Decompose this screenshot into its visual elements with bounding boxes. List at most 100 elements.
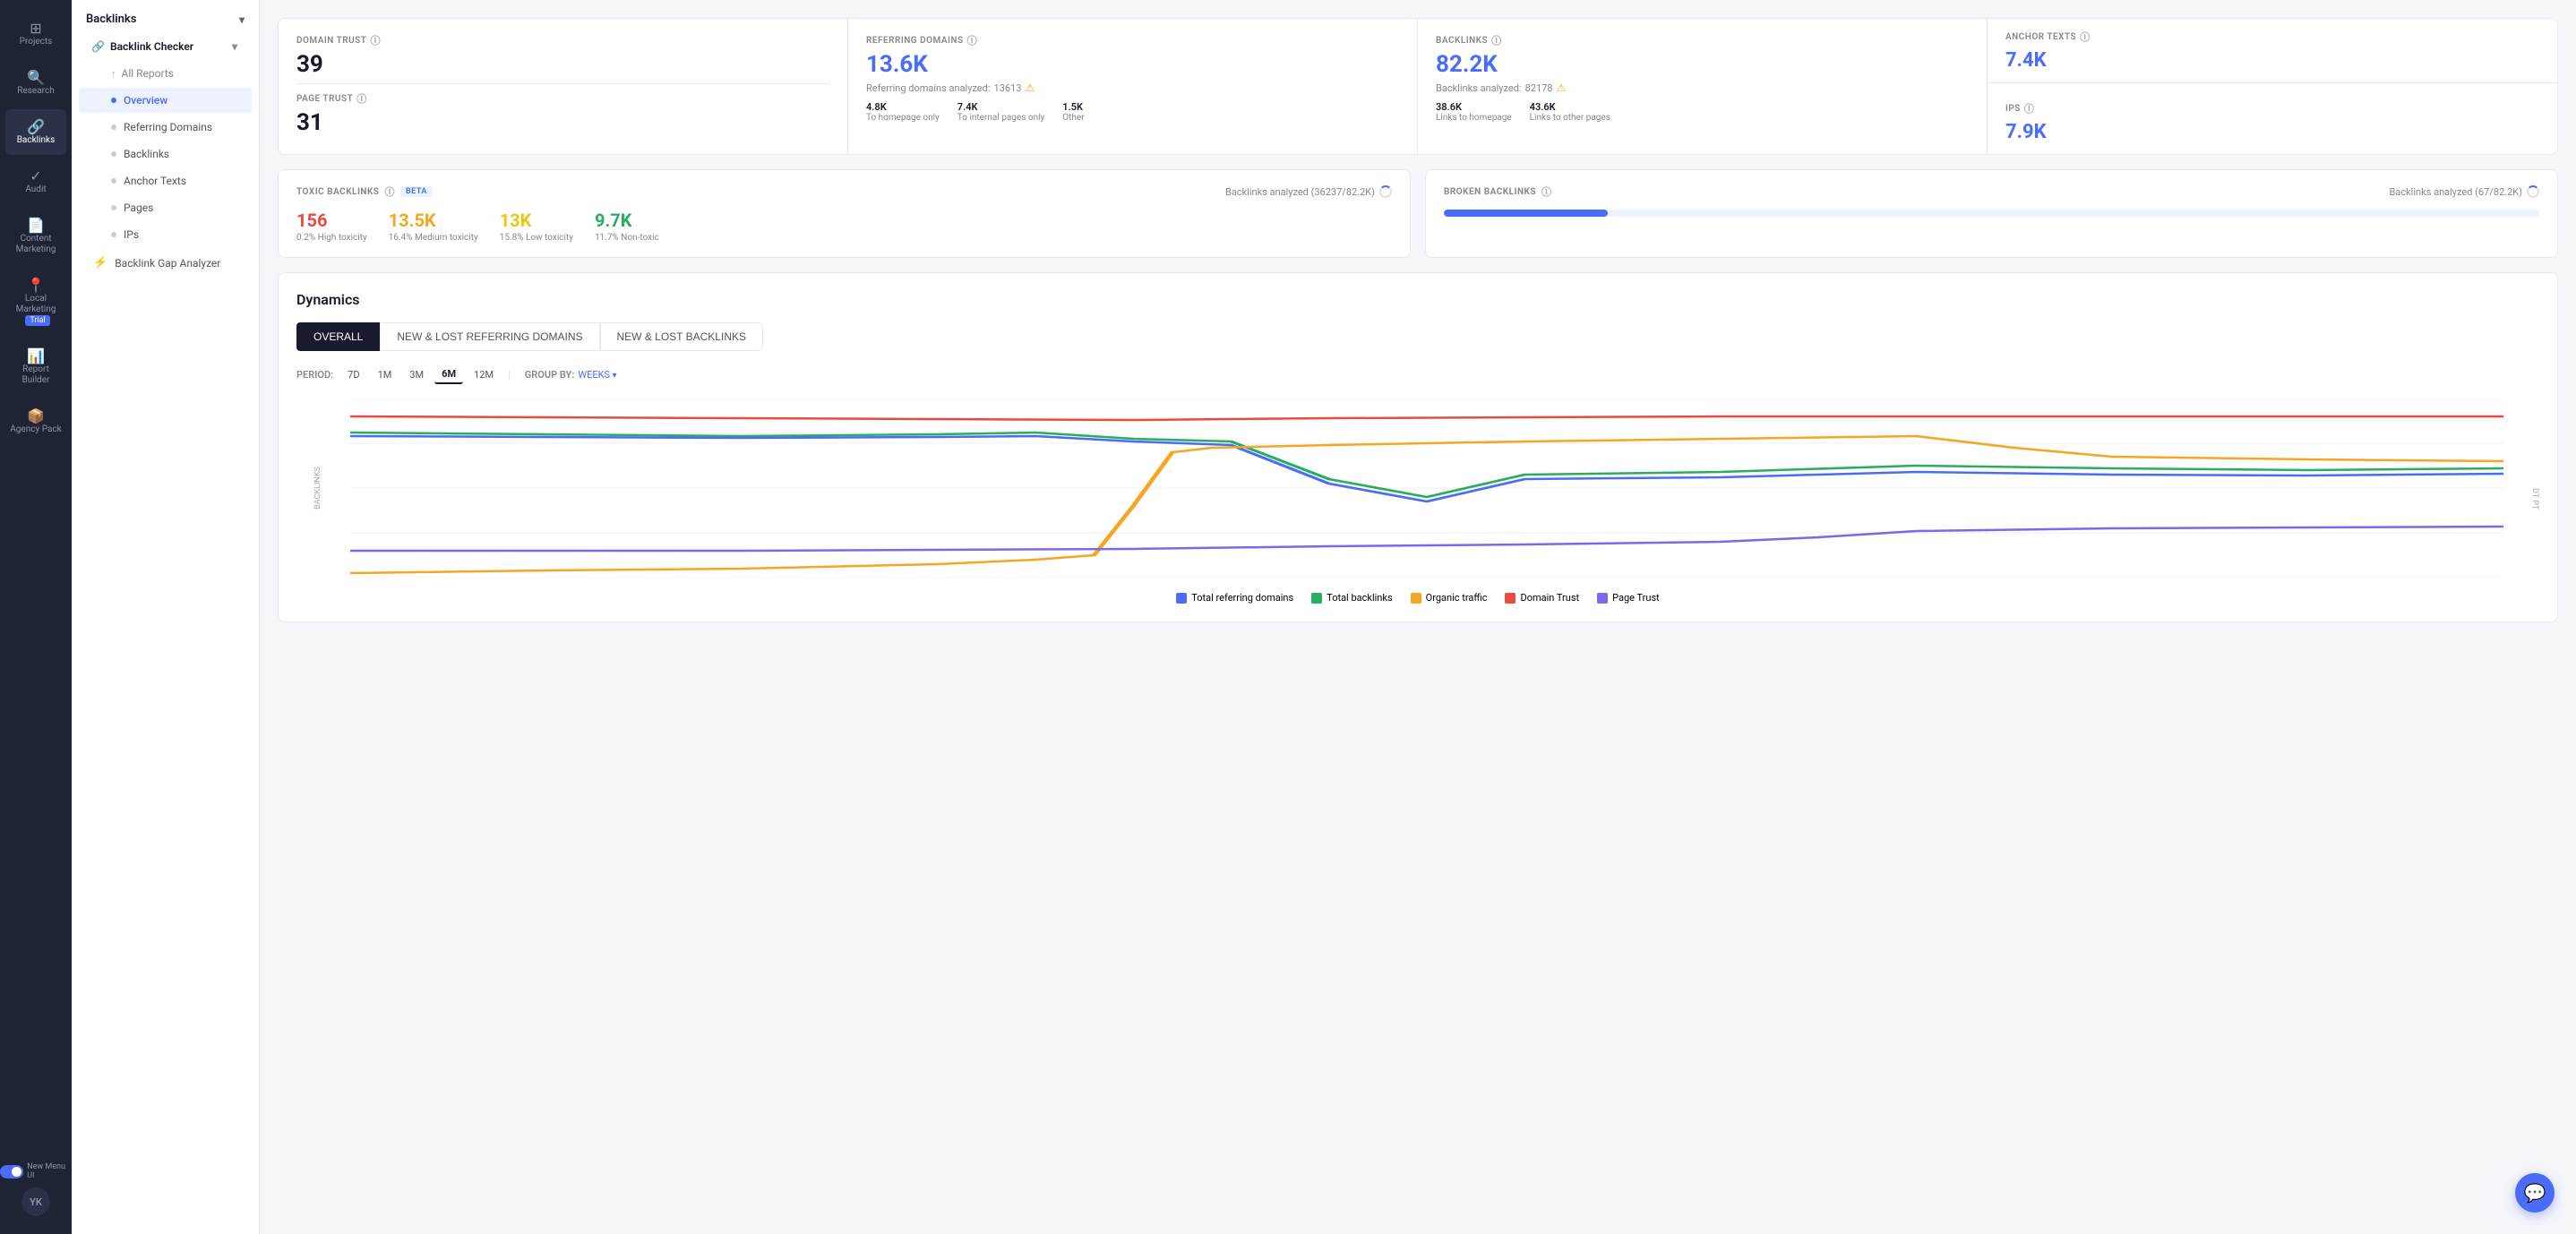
anchor-texts-label: ANCHOR TEXTS ⓘ <box>2005 30 2539 44</box>
period-7d[interactable]: 7D <box>340 366 366 383</box>
nav-item-anchor-texts[interactable]: Anchor Texts <box>79 168 252 193</box>
gap-analyzer-icon: ⚡ <box>93 256 107 270</box>
toxic-label-1: 16.4% Medium toxicity <box>389 233 478 243</box>
nav-dot-overview <box>111 98 116 103</box>
toxic-item-2: 13K 15.8% Low toxicity <box>500 210 573 243</box>
backlinks-value: 82.2K <box>1436 53 1969 76</box>
broken-info-icon[interactable]: ⓘ <box>1541 184 1552 199</box>
audit-icon: ✓ <box>30 167 41 184</box>
toxic-item-1: 13.5K 16.4% Medium toxicity <box>389 210 478 243</box>
sidebar-item-agency-pack[interactable]: 📦 Agency Pack <box>5 398 66 444</box>
group-value[interactable]: WEEKS <box>578 369 616 381</box>
dynamics-tabs: OVERALL NEW & LOST REFERRING DOMAINS NEW… <box>296 322 2539 351</box>
backlinks-info-icon[interactable]: ⓘ <box>1491 33 1502 47</box>
dynamics-title: Dynamics <box>296 291 2539 308</box>
checker-chevron-icon: ▾ <box>232 40 237 53</box>
broken-header: BROKEN BACKLINKS ⓘ Backlinks analyzed (6… <box>1444 184 2539 199</box>
legend-page-trust[interactable]: Page Trust <box>1597 592 1660 604</box>
legend-box-pt <box>1597 593 1608 604</box>
period-6m[interactable]: 6M <box>434 365 463 384</box>
nav-item-referring-domains[interactable]: Referring Domains <box>79 115 252 140</box>
nav-item-overview[interactable]: Overview <box>79 88 252 113</box>
broken-card: BROKEN BACKLINKS ⓘ Backlinks analyzed (6… <box>1425 169 2558 258</box>
legend-row: Total referring domains Total backlinks … <box>296 592 2539 604</box>
legend-domain-trust[interactable]: Domain Trust <box>1505 592 1579 604</box>
period-1m[interactable]: 1M <box>371 366 399 383</box>
toxic-info-icon[interactable]: ⓘ <box>384 184 395 199</box>
nav-item-ips-label: IPs <box>124 228 139 241</box>
nav-collapse-icon[interactable]: ▾ <box>239 13 245 26</box>
backlinks-sub-row: 38.6K Links to homepage 43.6K Links to o… <box>1436 101 1969 123</box>
referring-sub-row: 4.8K To homepage only 7.4K To internal p… <box>866 101 1399 123</box>
page-trust-info-icon[interactable]: ⓘ <box>356 91 367 106</box>
sidebar-item-audit-label: Audit <box>25 184 46 195</box>
backlinks-card: BACKLINKS ⓘ 82.2K Backlinks analyzed: 82… <box>1418 19 1988 154</box>
nav-section-title: Backlinks ▾ <box>72 0 259 33</box>
nav-item-gap-analyzer[interactable]: ⚡ Backlink Gap Analyzer <box>79 250 252 276</box>
new-menu-label: New Menu UI <box>27 1162 72 1180</box>
toxic-values: 156 0.2% High toxicity 13.5K 16.4% Mediu… <box>296 210 1392 243</box>
sidebar-item-audit[interactable]: ✓ Audit <box>5 159 66 204</box>
domain-trust-value: 39 <box>296 53 829 76</box>
legend-box-backlinks <box>1311 593 1322 604</box>
page-trust-label: PAGE TRUST ⓘ <box>296 91 829 106</box>
referring-domains-info-icon[interactable]: ⓘ <box>967 33 978 47</box>
chart-svg: 120K 80K 40K 0 26 Feb 04 Mar 11 Mar 18 <box>350 398 2503 578</box>
referring-sub-0: 4.8K To homepage only <box>866 101 940 123</box>
legend-backlinks[interactable]: Total backlinks <box>1311 592 1392 604</box>
all-reports-arrow-icon: ↑ <box>111 68 116 80</box>
nav-item-anchor-label: Anchor Texts <box>124 175 186 187</box>
nav-item-backlink-checker[interactable]: 🔗 Backlink Checker ▾ <box>79 34 252 59</box>
domain-trust-info-icon[interactable]: ⓘ <box>370 33 381 47</box>
sidebar-item-projects[interactable]: ⊞ Projects <box>5 11 66 56</box>
sidebar-item-report-label: Report Builder <box>10 364 62 386</box>
tab-overall[interactable]: OVERALL <box>296 322 380 351</box>
page-trust-value: 31 <box>296 111 829 134</box>
period-12m[interactable]: 12M <box>467 366 501 383</box>
ips-info-icon[interactable]: ⓘ <box>2024 101 2035 116</box>
nav-item-all-reports[interactable]: ↑ All Reports <box>79 61 252 86</box>
tab-new-lost-referring[interactable]: NEW & LOST REFERRING DOMAINS <box>380 322 599 351</box>
legend-label-dt: Domain Trust <box>1520 592 1579 604</box>
gap-analyzer-label: Backlink Gap Analyzer <box>115 257 220 270</box>
nav-item-backlinks-label: Backlinks <box>124 148 169 160</box>
avatar[interactable]: YK <box>21 1187 50 1216</box>
period-row: PERIOD: 7D 1M 3M 6M 12M | GROUP BY: WEEK… <box>296 365 2539 384</box>
toxic-label-3: 11.7% Non-toxic <box>595 233 659 243</box>
nav-item-referring-label: Referring Domains <box>124 121 212 133</box>
sidebar-item-content-marketing[interactable]: 📄 Content Marketing <box>5 208 66 264</box>
sidebar-item-backlinks[interactable]: 🔗 Backlinks <box>5 109 66 155</box>
toxic-label-0: 0.2% High toxicity <box>296 233 367 243</box>
sidebar-item-agency-label: Agency Pack <box>10 424 61 435</box>
legend-referring-domains[interactable]: Total referring domains <box>1176 592 1293 604</box>
referring-domains-value: 13.6K <box>866 53 1399 76</box>
anchor-info-icon[interactable]: ⓘ <box>2080 30 2091 44</box>
nav-title-text: Backlinks <box>86 13 136 26</box>
backlinks-stat-label: BACKLINKS ⓘ <box>1436 33 1969 47</box>
tab-new-lost-backlinks[interactable]: NEW & LOST BACKLINKS <box>600 322 764 351</box>
ips-label: IPS ⓘ <box>2005 101 2539 116</box>
anchor-texts-value: 7.4K <box>2005 49 2539 72</box>
sidebar-item-local-marketing[interactable]: 📍 Local Marketing Trial <box>5 268 66 335</box>
report-builder-icon: 📊 <box>27 347 45 364</box>
domain-page-trust-card: DOMAIN TRUST ⓘ 39 PAGE TRUST ⓘ 31 <box>279 19 848 154</box>
sidebar-item-research[interactable]: 🔍 Research <box>5 60 66 106</box>
chat-button[interactable]: 💬 <box>2515 1173 2555 1213</box>
nav-item-pages[interactable]: Pages <box>79 195 252 220</box>
new-menu-toggle-row: New Menu UI <box>0 1162 72 1180</box>
sidebar-item-report-builder[interactable]: 📊 Report Builder <box>5 338 66 395</box>
nav-item-ips[interactable]: IPs <box>79 222 252 247</box>
chat-icon: 💬 <box>2524 1182 2546 1204</box>
referring-domains-label: REFERRING DOMAINS ⓘ <box>866 33 1399 47</box>
broken-bar-fill <box>1444 210 1608 217</box>
backlink-checker-icon: 🔗 <box>91 40 105 53</box>
legend-organic[interactable]: Organic traffic <box>1411 592 1488 604</box>
toxic-val-2: 13K <box>500 210 573 231</box>
toxic-item-3: 9.7K 11.7% Non-toxic <box>595 210 659 243</box>
y-axis-right-label: DT PT <box>2530 488 2539 510</box>
period-3m[interactable]: 3M <box>402 366 431 383</box>
new-menu-toggle[interactable] <box>0 1165 23 1178</box>
backlinks-icon: 🔗 <box>27 118 45 135</box>
toxic-title: TOXIC BACKLINKS ⓘ BETA <box>296 184 433 199</box>
nav-item-backlinks[interactable]: Backlinks <box>79 141 252 167</box>
